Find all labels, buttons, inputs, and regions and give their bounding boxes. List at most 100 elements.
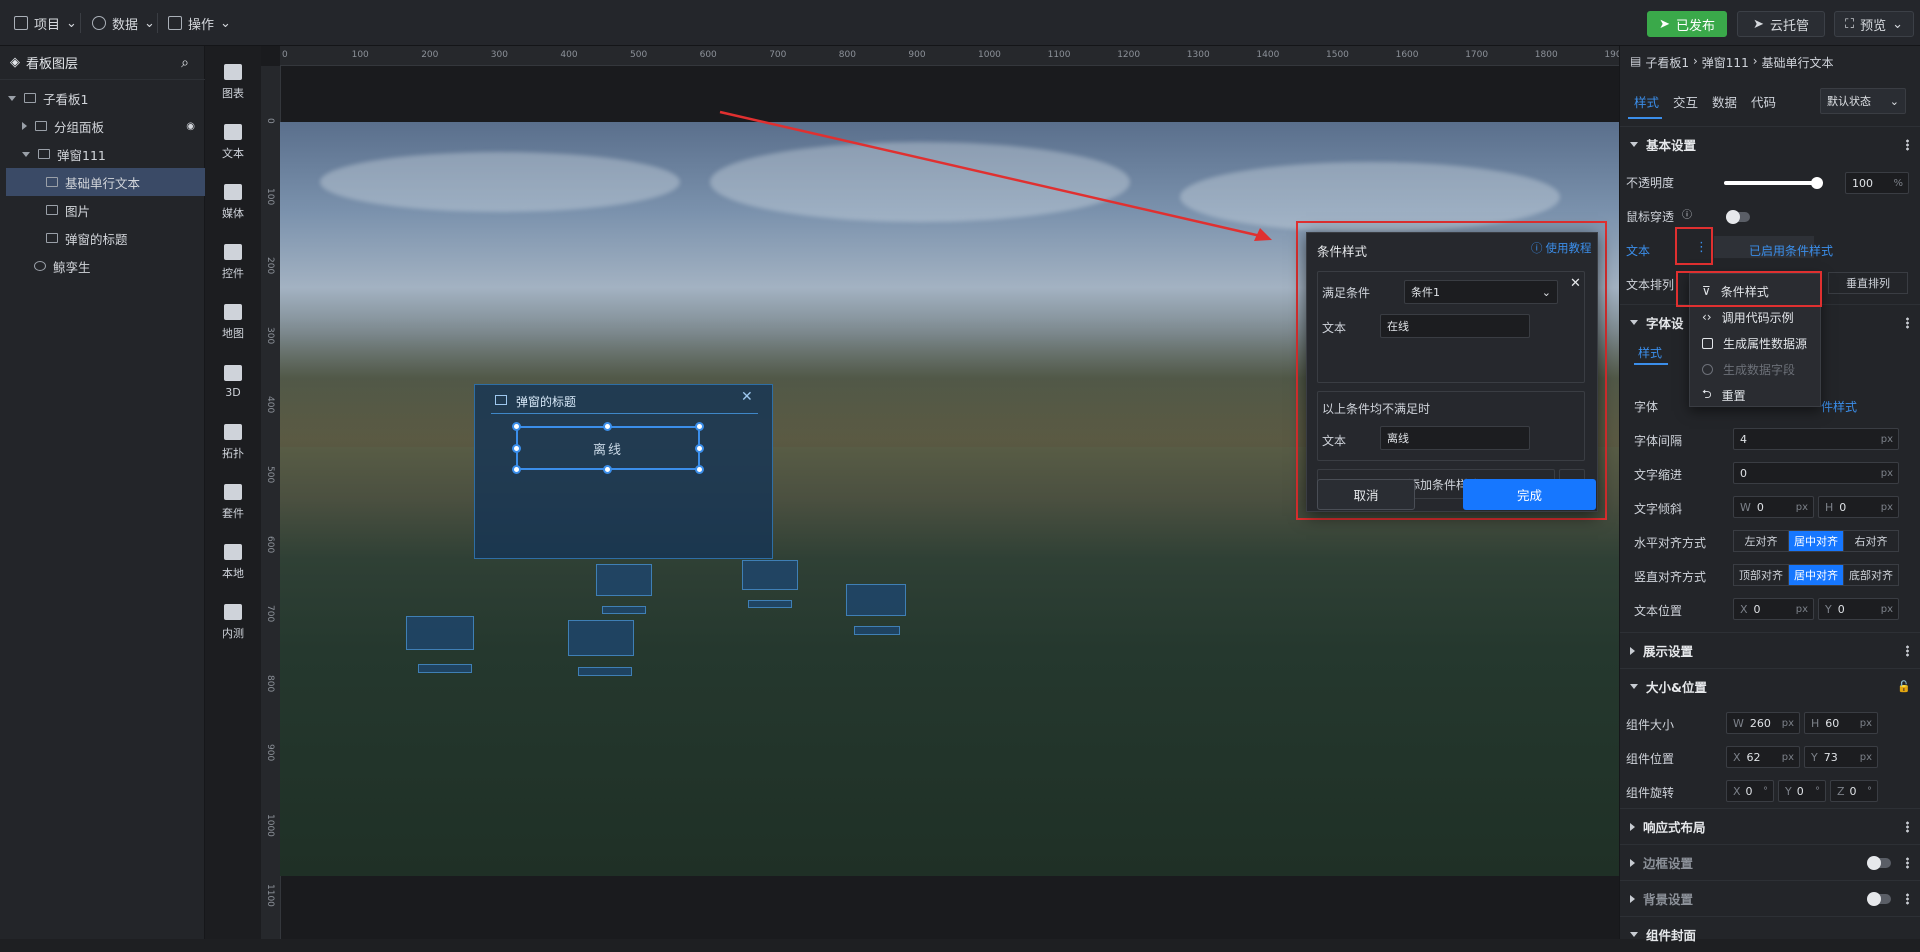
opacity-slider-handle[interactable] <box>1811 177 1823 189</box>
map-marker-card[interactable] <box>568 620 634 656</box>
condition-select[interactable]: 条件1 ⌄ <box>1404 280 1558 304</box>
tab-style[interactable]: 样式 <box>1634 92 1659 111</box>
section-responsive[interactable]: 响应式布局 <box>1620 808 1920 844</box>
menu-item-code-example[interactable]: ‹› 调用代码示例 <box>1690 304 1822 330</box>
resize-handle[interactable] <box>512 465 521 474</box>
tool-beta[interactable]: 内测 <box>205 592 261 652</box>
h-align-left[interactable]: 左对齐 <box>1734 531 1789 551</box>
tree-item-basic-text[interactable]: 基础单行文本 <box>6 168 205 196</box>
rot-x-input[interactable]: X 0 ° <box>1726 780 1774 802</box>
map-marker-card[interactable] <box>406 616 474 650</box>
font-condition-text[interactable]: 件样式 <box>1821 398 1857 415</box>
tool-chart[interactable]: 图表 <box>205 52 261 112</box>
tool-kit[interactable]: 套件 <box>205 472 261 532</box>
selected-text-component[interactable]: 离线 <box>516 426 700 470</box>
background-toggle[interactable] <box>1867 892 1891 906</box>
more-icon[interactable] <box>1906 139 1909 151</box>
cloud-hosting-button[interactable]: ➤ 云托管 <box>1737 11 1825 37</box>
skew-w-input[interactable]: W 0 px <box>1733 496 1814 518</box>
tree-item-group-panel[interactable]: 分组面板 ◉ <box>0 112 205 140</box>
tool-3d[interactable]: 3D <box>205 352 261 412</box>
help-icon[interactable]: ⓘ <box>1682 206 1692 221</box>
tab-interaction[interactable]: 交互 <box>1673 92 1698 111</box>
map-marker-card[interactable] <box>742 560 798 590</box>
tree-item-popup111[interactable]: 弹窗111 <box>0 140 205 168</box>
popup-component[interactable]: 弹窗的标题 ✕ 离线 <box>474 384 773 559</box>
menu-project[interactable]: 项目 ⌄ <box>14 13 77 33</box>
font-tab-style[interactable]: 样式 <box>1638 344 1662 361</box>
more-icon[interactable] <box>1906 645 1909 657</box>
preview-button[interactable]: ⛶ 预览 ⌄ <box>1834 11 1914 37</box>
tab-data[interactable]: 数据 <box>1712 92 1737 111</box>
border-toggle[interactable] <box>1867 856 1891 870</box>
resize-handle[interactable] <box>695 422 704 431</box>
font-spacing-input[interactable]: 4 px <box>1733 428 1899 450</box>
resize-handle[interactable] <box>512 422 521 431</box>
menu-data[interactable]: 数据 ⌄ <box>92 13 155 33</box>
pos-x-input[interactable]: X 62 px <box>1726 746 1800 768</box>
skew-h-input[interactable]: H 0 px <box>1818 496 1899 518</box>
publish-button[interactable]: ➤ 已发布 <box>1647 11 1727 37</box>
resize-handle[interactable] <box>695 444 704 453</box>
section-display[interactable]: 展示设置 <box>1620 632 1920 668</box>
pos-y-input[interactable]: Y 73 px <box>1804 746 1878 768</box>
cancel-button[interactable]: 取消 <box>1317 479 1415 510</box>
resize-handle[interactable] <box>695 465 704 474</box>
v-align-bottom[interactable]: 底部对齐 <box>1844 565 1898 585</box>
map-marker-card[interactable] <box>596 564 652 596</box>
eye-hidden-icon[interactable]: ◉ <box>186 121 195 132</box>
text-pos-y-input[interactable]: Y 0 px <box>1818 598 1899 620</box>
opacity-slider[interactable] <box>1724 181 1817 185</box>
text-pos-x-input[interactable]: X 0 px <box>1733 598 1814 620</box>
size-h-input[interactable]: H 60 px <box>1804 712 1878 734</box>
resize-handle[interactable] <box>603 422 612 431</box>
size-w-input[interactable]: W 260 px <box>1726 712 1800 734</box>
rot-y-input[interactable]: Y 0 ° <box>1778 780 1826 802</box>
tab-code[interactable]: 代码 <box>1751 92 1776 111</box>
state-select[interactable]: 默认状态 ⌄ <box>1820 88 1906 114</box>
close-icon[interactable]: ✕ <box>741 389 753 405</box>
v-align-middle[interactable]: 居中对齐 <box>1789 565 1844 585</box>
remove-condition-icon[interactable]: ✕ <box>1570 276 1581 291</box>
more-icon[interactable] <box>1906 821 1909 833</box>
tool-text[interactable]: 文本 <box>205 112 261 172</box>
h-align-center[interactable]: 居中对齐 <box>1789 531 1844 551</box>
section-size-position[interactable]: 大小&位置 🔓 <box>1620 668 1920 704</box>
v-align-top[interactable]: 顶部对齐 <box>1734 565 1789 585</box>
vertical-arrange-option[interactable]: 垂直排列 <box>1828 272 1908 294</box>
more-icon[interactable] <box>1906 317 1909 329</box>
tool-control[interactable]: 控件 <box>205 232 261 292</box>
tool-media[interactable]: 媒体 <box>205 172 261 232</box>
resize-handle[interactable] <box>603 465 612 474</box>
menu-item-reset[interactable]: ⮌ 重置 <box>1690 382 1822 408</box>
text-indent-input[interactable]: 0 px <box>1733 462 1899 484</box>
resize-handle[interactable] <box>512 444 521 453</box>
else-text-input[interactable]: 离线 <box>1380 426 1530 450</box>
condition-text-input[interactable]: 在线 <box>1380 314 1530 338</box>
section-cover[interactable]: 组件封面 <box>1620 916 1920 952</box>
map-marker-card[interactable] <box>846 584 906 616</box>
section-border[interactable]: 边框设置 <box>1620 844 1920 880</box>
more-icon[interactable] <box>1906 857 1909 869</box>
tutorial-link[interactable]: ⓘ 使用教程 <box>1531 240 1592 256</box>
rot-z-input[interactable]: Z 0 ° <box>1830 780 1878 802</box>
tool-map[interactable]: 地图 <box>205 292 261 352</box>
menu-item-generate-datasource[interactable]: 生成属性数据源 <box>1690 330 1822 356</box>
tool-local[interactable]: 本地 <box>205 532 261 592</box>
mouse-through-toggle[interactable] <box>1726 210 1750 224</box>
tree-item-twin[interactable]: 鲸孪生 <box>0 252 205 280</box>
lock-icon[interactable]: 🔓 <box>1897 680 1911 693</box>
section-background[interactable]: 背景设置 <box>1620 880 1920 916</box>
opacity-input[interactable]: 100% <box>1845 172 1909 194</box>
section-basic[interactable]: 基本设置 <box>1620 126 1920 162</box>
menu-operate[interactable]: 操作 ⌄ <box>168 13 231 33</box>
condition-enabled-text[interactable]: 已启用条件样式 <box>1749 242 1833 259</box>
search-icon[interactable]: ⌕ <box>181 55 189 71</box>
done-button[interactable]: 完成 <box>1463 479 1596 510</box>
h-align-right[interactable]: 右对齐 <box>1844 531 1898 551</box>
tree-item-image[interactable]: 图片 <box>0 196 205 224</box>
tree-item-sub-board[interactable]: 子看板1 <box>0 84 205 112</box>
tree-item-popup-title[interactable]: 弹窗的标题 <box>0 224 205 252</box>
more-icon[interactable] <box>1906 893 1909 905</box>
tool-topology[interactable]: 拓扑 <box>205 412 261 472</box>
